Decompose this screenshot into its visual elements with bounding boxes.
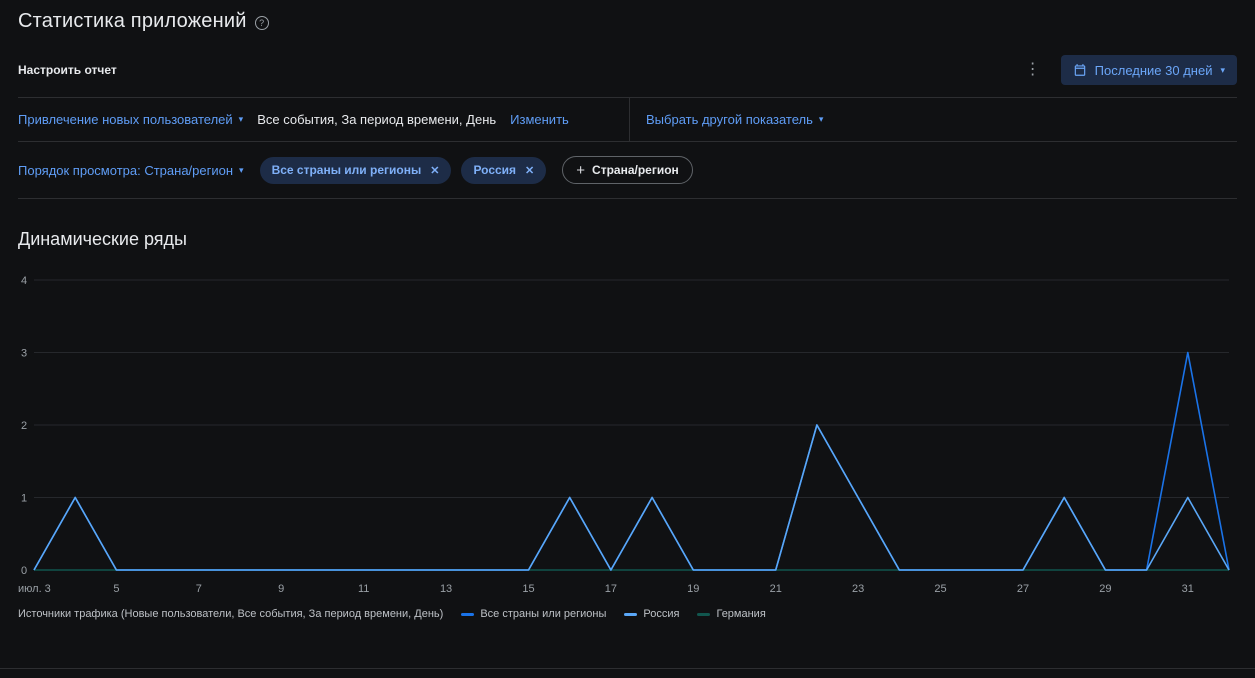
dimension-chips: Все страны или регионы ✕ Россия ✕ bbox=[259, 156, 547, 184]
legend-swatch bbox=[624, 612, 638, 616]
metric-selector-label: Привлечение новых пользователей bbox=[18, 112, 233, 127]
add-dimension-chip[interactable]: + Страна/регион bbox=[562, 156, 693, 184]
timeseries-chart[interactable]: 01234июл. 3 5 7 9 11 13 15 17 19 21 23 25 27 29 31 bbox=[18, 270, 1237, 606]
help-icon[interactable]: ? bbox=[254, 16, 269, 30]
configure-report-label: Настроить отчет bbox=[18, 63, 117, 77]
x-tick-label: 9 bbox=[278, 583, 284, 595]
x-tick-label: 29 bbox=[1099, 583, 1111, 595]
x-tick-label: 15 bbox=[522, 583, 534, 595]
metric-cell: Привлечение новых пользователей ▾ Все со… bbox=[18, 98, 630, 141]
dimension-chip[interactable]: Россия ✕ bbox=[461, 156, 547, 184]
more-options-icon[interactable]: ⋮ bbox=[1021, 62, 1045, 78]
y-tick-label: 1 bbox=[21, 493, 27, 505]
legend-label: Германия bbox=[716, 608, 766, 620]
x-tick-label: 21 bbox=[770, 583, 782, 595]
dimension-chip[interactable]: Все страны или регионы ✕ bbox=[259, 156, 452, 184]
date-range-label: Последние 30 дней bbox=[1094, 62, 1213, 78]
metric-selector[interactable]: Привлечение новых пользователей ▾ bbox=[18, 112, 243, 127]
bottom-divider bbox=[0, 668, 1255, 669]
x-tick-label: 13 bbox=[440, 583, 452, 595]
x-tick-label: июл. 3 bbox=[18, 583, 51, 595]
chip-label: Все страны или регионы bbox=[271, 163, 422, 177]
chart-legend: Все страны или регионы Россия Германия bbox=[461, 608, 766, 620]
chip-close-icon[interactable]: ✕ bbox=[525, 164, 534, 177]
x-tick-label: 25 bbox=[934, 583, 946, 595]
edit-metric-link[interactable]: Изменить bbox=[510, 112, 569, 127]
x-tick-label: 19 bbox=[687, 583, 699, 595]
chevron-down-icon: ▾ bbox=[239, 164, 244, 175]
other-metric-label: Выбрать другой показатель bbox=[646, 112, 813, 127]
x-tick-label: 11 bbox=[358, 583, 369, 595]
view-order-selector[interactable]: Порядок просмотра: Страна/регион ▾ bbox=[18, 163, 244, 178]
report-filters: Привлечение новых пользователей ▾ Все со… bbox=[18, 97, 1237, 199]
report-toolbar: Настроить отчет ⋮ Последние 30 дней ▾ bbox=[18, 55, 1237, 85]
legend-item: Россия bbox=[624, 608, 679, 620]
chip-label: Россия bbox=[473, 163, 517, 177]
chip-close-icon[interactable]: ✕ bbox=[430, 164, 439, 177]
x-tick-label: 7 bbox=[196, 583, 202, 595]
legend-swatch bbox=[697, 612, 711, 616]
x-tick-label: 17 bbox=[605, 583, 617, 595]
plus-icon: + bbox=[576, 161, 586, 179]
metric-row: Привлечение новых пользователей ▾ Все со… bbox=[18, 98, 1237, 142]
page-title: Статистика приложений bbox=[18, 10, 247, 32]
date-range-button[interactable]: Последние 30 дней ▾ bbox=[1060, 55, 1237, 85]
chart-footnote: Источники трафика (Новые пользователи, В… bbox=[18, 608, 444, 620]
y-tick-label: 0 bbox=[21, 565, 27, 577]
calendar-icon bbox=[1074, 64, 1085, 76]
chevron-down-icon: ▾ bbox=[238, 114, 244, 124]
legend-label: Россия bbox=[643, 608, 680, 620]
other-metric-selector[interactable]: Выбрать другой показатель ▾ bbox=[646, 112, 823, 127]
chevron-down-icon: ▾ bbox=[1220, 64, 1225, 75]
legend-label: Все страны или регионы bbox=[480, 608, 607, 620]
y-tick-label: 3 bbox=[21, 348, 27, 360]
page-header: Статистика приложений ? bbox=[18, 0, 1237, 33]
app-statistics-page: Статистика приложений ? Настроить отчет … bbox=[0, 0, 1255, 620]
y-tick-label: 4 bbox=[21, 275, 27, 287]
section-title: Динамические ряды bbox=[18, 229, 187, 249]
chevron-down-icon: ▾ bbox=[818, 114, 824, 124]
metric-detail: Все события, За период времени, День bbox=[257, 112, 497, 127]
toolbar-right: ⋮ Последние 30 дней ▾ bbox=[1021, 55, 1237, 85]
view-order-label: Порядок просмотра: Страна/регион bbox=[18, 162, 234, 178]
y-tick-label: 2 bbox=[21, 420, 27, 432]
timeseries-section: Динамические ряды 0 1 2 3 4 июл. 3 5 7 9 11 13 15 17… bbox=[18, 229, 1237, 620]
x-tick-label: 23 bbox=[852, 583, 864, 595]
legend-swatch bbox=[461, 612, 475, 616]
x-tick-label: 5 bbox=[113, 583, 119, 595]
dimension-row: Порядок просмотра: Страна/регион ▾ Все с… bbox=[18, 142, 1237, 198]
chart-footer: Источники трафика (Новые пользователи, В… bbox=[18, 608, 1237, 620]
legend-item: Германия bbox=[697, 608, 766, 620]
chart-line bbox=[33, 351, 1230, 571]
secondary-metric-cell: Выбрать другой показатель ▾ bbox=[630, 98, 823, 141]
legend-item: Все страны или регионы bbox=[461, 608, 606, 620]
add-dimension-label: Страна/регион bbox=[592, 163, 679, 177]
x-tick-label: 31 bbox=[1182, 583, 1194, 595]
x-tick-label: 27 bbox=[1017, 583, 1029, 595]
